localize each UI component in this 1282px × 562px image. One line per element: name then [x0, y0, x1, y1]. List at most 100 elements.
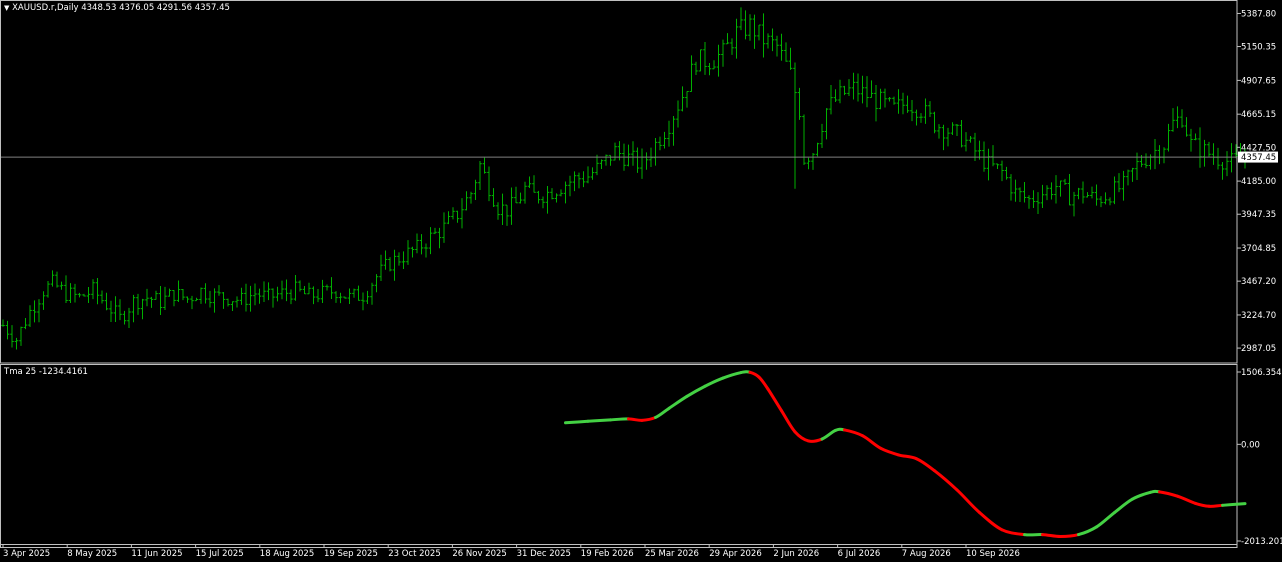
ohlc-bar — [838, 79, 842, 104]
ohlc-bar — [968, 135, 973, 143]
ohlc-bar — [253, 283, 257, 306]
ohlc-bar — [883, 88, 887, 108]
ohlc-bar — [127, 307, 131, 329]
ohlc-bar — [986, 148, 991, 181]
tma-segment-down — [915, 457, 936, 473]
time-axis-label: 18 Aug 2025 — [260, 549, 314, 559]
ohlc-bar — [226, 298, 230, 307]
tma-segment-up — [564, 419, 590, 425]
ohlc-bar — [379, 254, 383, 281]
ohlc-bar — [1216, 147, 1220, 170]
tma-segment-up — [609, 417, 630, 422]
ohlc-bar — [109, 300, 113, 323]
ohlc-bar — [469, 191, 473, 204]
ohlc-bar — [829, 85, 833, 115]
time-axis-label: 6 Jul 2026 — [838, 549, 881, 559]
ohlc-bar — [1229, 143, 1234, 173]
ohlc-bar — [487, 166, 491, 202]
ohlc-bar — [163, 286, 167, 310]
ohlc-bar — [73, 283, 77, 303]
ohlc-bar — [757, 24, 761, 41]
ohlc-bar — [190, 295, 194, 310]
ohlc-bar — [388, 257, 392, 272]
ohlc-bar — [626, 144, 631, 167]
ohlc-bar — [923, 98, 928, 124]
ohlc-bar — [338, 292, 343, 304]
tma-segment-up — [654, 406, 671, 419]
ohlc-bar — [1085, 192, 1090, 198]
ohlc-bar — [482, 157, 487, 174]
ohlc-bar — [424, 243, 428, 258]
tma-segment-down — [627, 417, 644, 422]
ohlc-bar — [95, 278, 100, 305]
ohlc-bar — [748, 14, 752, 41]
ohlc-bar — [743, 10, 748, 40]
ohlc-bar — [1211, 143, 1216, 165]
ohlc-bar — [770, 28, 775, 52]
ohlc-bar — [428, 227, 433, 255]
time-axis: 3 Apr 2025 8 May 2025 11 Jun 2025 15 Jul 20… — [0, 544, 1282, 562]
ohlc-bar — [869, 80, 874, 99]
tma-segment-up — [1221, 502, 1247, 507]
ohlc-bar — [1094, 184, 1099, 206]
ohlc-bar — [901, 92, 905, 115]
ohlc-bar — [1013, 179, 1018, 202]
ohlc-bar — [815, 142, 820, 157]
ohlc-bar — [572, 171, 577, 192]
ohlc-bar — [590, 167, 595, 180]
ohlc-bar — [167, 288, 172, 297]
time-axis-label: 7 Aug 2026 — [902, 549, 951, 559]
price-chart-svg[interactable]: 5387.805150.354907.654665.154427.504185.… — [0, 0, 1282, 364]
price-axis-label: 3224.70 — [1241, 311, 1276, 321]
ohlc-bar — [946, 127, 950, 147]
tma-segment-down — [1194, 501, 1211, 508]
price-axis-label: 4907.65 — [1241, 76, 1276, 86]
ohlc-bar — [5, 320, 10, 340]
chart-header: ▼ XAUUSD.r,Daily 4348.53 4376.05 4291.56… — [4, 3, 230, 13]
tma-indicator-svg[interactable]: 1506.35490.00-2013.2014 — [0, 364, 1282, 548]
ohlc-bar — [464, 191, 469, 211]
ohlc-bar — [1198, 127, 1202, 168]
ohlc-bar — [1004, 166, 1009, 180]
ohlc-bar — [559, 189, 563, 197]
ohlc-bar — [914, 109, 919, 126]
ohlc-bar — [1081, 181, 1085, 204]
ohlc-bar — [991, 145, 995, 167]
ohlc-bar — [442, 212, 446, 243]
time-axis-label: 25 Mar 2026 — [645, 549, 699, 559]
triangle-down-icon[interactable]: ▼ — [4, 4, 9, 12]
ohlc-bar — [797, 87, 802, 120]
tma-segment-up — [1131, 490, 1152, 501]
ohlc-bar — [397, 252, 401, 266]
tma-segment-down — [861, 434, 882, 450]
ohlc-bar — [104, 292, 109, 311]
ohlc-bar — [905, 95, 910, 113]
tma-segment-up — [703, 376, 725, 388]
tma-segment-down — [748, 370, 761, 379]
tma-segment-down — [933, 469, 959, 492]
tma-segment-down — [1207, 503, 1224, 508]
ohlc-bar — [343, 296, 347, 299]
ohlc-bar — [793, 62, 797, 189]
indicator-pane[interactable]: 1506.35490.00-2013.2014 Tma 25 -1234.416… — [0, 364, 1282, 548]
ohlc-bar — [19, 326, 23, 346]
last-price-label: 4357.45 — [1241, 153, 1276, 163]
ohlc-bar — [860, 75, 865, 104]
ohlc-bar — [356, 285, 361, 301]
ohlc-bar — [347, 288, 352, 304]
ohlc-bar — [59, 281, 64, 290]
ohlc-bar — [194, 297, 199, 302]
ohlc-bar — [1189, 128, 1193, 152]
ohlc-bar — [910, 99, 914, 122]
ohlc-bar — [1067, 173, 1072, 206]
ohlc-bar — [964, 132, 968, 152]
ohlc-bar — [928, 101, 932, 118]
ohlc-bar — [401, 251, 406, 269]
ohlc-bar — [460, 198, 464, 229]
ohlc-bar — [14, 337, 19, 350]
ohlc-bar — [266, 282, 271, 301]
ohlc-bar — [154, 290, 158, 300]
ohlc-bar — [631, 141, 635, 166]
tma-segment-down — [1041, 533, 1062, 539]
price-chart-pane[interactable]: 5387.80 5150.35 4907.65 4665.15 4427.50 4185.… — [0, 0, 1282, 364]
